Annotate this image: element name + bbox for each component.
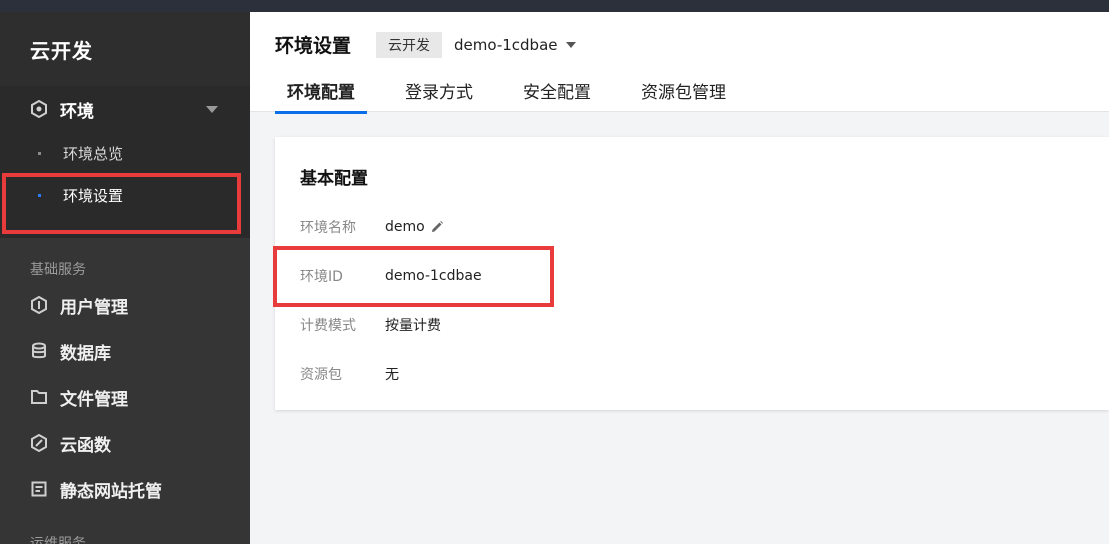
highlight-box-env-id — [273, 246, 554, 307]
field-env-name: 环境名称 demo — [300, 217, 444, 237]
field-label: 环境名称 — [300, 220, 356, 236]
database-icon — [32, 342, 46, 359]
section-label-basic: 基础服务 — [30, 262, 86, 278]
sidebar-item-label: 用户管理 — [60, 297, 128, 318]
sidebar-item-label: 环境总览 — [63, 144, 124, 163]
field-resource-package: 资源包 无 — [300, 364, 399, 384]
sidebar: 云开发 环境 环境总览 环境设置 基础服务 用户管理 数据库 文件管理 云函数 … — [0, 12, 250, 544]
bullet-icon — [38, 151, 41, 155]
sidebar-group-env-label: 环境 — [60, 101, 94, 122]
highlight-box-env-settings — [2, 173, 241, 234]
tab-security-config[interactable]: 安全配置 — [511, 78, 603, 114]
chevron-down-icon[interactable] — [206, 105, 218, 113]
card-title: 基本配置 — [300, 169, 368, 189]
top-bar — [0, 0, 1109, 12]
page-header: 环境设置 云开发 demo-1cdbae 环境配置 登录方式 安全配置 资源包管… — [250, 12, 1109, 114]
pencil-icon[interactable] — [430, 220, 444, 234]
sidebar-item-user-management[interactable]: 用户管理 — [0, 282, 250, 328]
page-title: 环境设置 — [275, 35, 352, 57]
folder-icon — [31, 390, 47, 404]
sidebar-item-file-management[interactable]: 文件管理 — [0, 374, 250, 420]
field-label: 计费模式 — [300, 318, 356, 334]
tab-login-method[interactable]: 登录方式 — [393, 78, 485, 114]
function-icon — [31, 434, 47, 452]
env-selector[interactable]: demo-1cdbae — [454, 36, 557, 54]
user-shield-icon — [31, 296, 47, 314]
tab-resource-package[interactable]: 资源包管理 — [629, 78, 738, 114]
field-value: demo — [385, 219, 425, 235]
tab-env-config[interactable]: 环境配置 — [275, 78, 367, 114]
sidebar-item-database[interactable]: 数据库 — [0, 328, 250, 374]
sidebar-item-label: 云函数 — [60, 435, 111, 456]
sidebar-item-static-hosting[interactable]: 静态网站托管 — [0, 466, 250, 512]
chevron-down-icon[interactable] — [565, 41, 576, 48]
sidebar-group-env[interactable]: 环境 — [0, 86, 250, 132]
sidebar-item-label: 文件管理 — [60, 389, 128, 410]
field-value: 无 — [385, 367, 399, 383]
section-label-ops: 运维服务 — [30, 536, 86, 544]
hexagon-icon — [31, 100, 47, 118]
env-badge: 云开发 — [376, 31, 443, 58]
sidebar-item-label: 数据库 — [60, 343, 111, 364]
sidebar-item-cloud-function[interactable]: 云函数 — [0, 420, 250, 466]
field-billing-mode: 计费模式 按量计费 — [300, 315, 441, 335]
tab-bar: 环境配置 登录方式 安全配置 资源包管理 — [275, 78, 764, 114]
sidebar-item-label: 静态网站托管 — [60, 481, 162, 502]
field-label: 资源包 — [300, 367, 342, 383]
field-value: 按量计费 — [385, 318, 441, 334]
sidebar-item-env-overview[interactable]: 环境总览 — [0, 132, 250, 174]
webpage-icon — [31, 481, 47, 497]
title-row: 环境设置 云开发 demo-1cdbae — [275, 31, 576, 58]
brand-logo: 云开发 — [0, 12, 250, 86]
